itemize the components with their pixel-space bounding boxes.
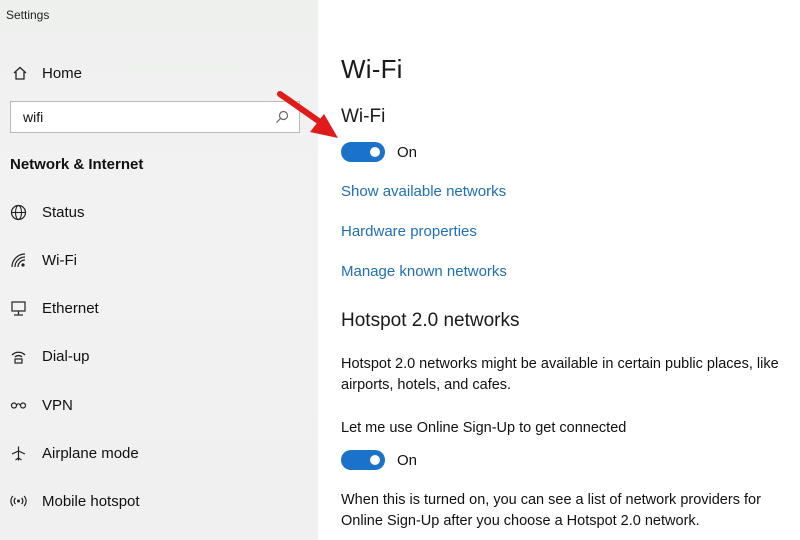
wifi-toggle-row: On	[341, 140, 417, 164]
sidebar-item-label: Airplane mode	[42, 444, 139, 462]
signup-label: Let me use Online Sign-Up to get connect…	[341, 420, 627, 436]
hotspot-description: Hotspot 2.0 networks might be available …	[341, 356, 779, 393]
vpn-icon	[8, 395, 28, 415]
signup-toggle-state: On	[397, 451, 418, 469]
sidebar-item-ethernet[interactable]: Ethernet	[8, 293, 308, 323]
home-label: Home	[42, 64, 83, 82]
sidebar-item-label: Dial-up	[42, 347, 90, 365]
sidebar-item-label: Wi-Fi	[42, 251, 77, 269]
home-nav-item[interactable]: Home	[10, 60, 82, 86]
sidebar-item-label: VPN	[42, 396, 73, 414]
search-box[interactable]	[10, 101, 300, 133]
toggle-knob	[370, 147, 380, 157]
search-input[interactable]	[11, 109, 269, 125]
signup-toggle[interactable]	[341, 450, 385, 470]
show-available-networks-link[interactable]: Show available networks	[341, 183, 506, 200]
sidebar-item-airplane-mode[interactable]: Airplane mode	[8, 438, 308, 468]
section-heading: Network & Internet	[10, 156, 144, 173]
signup-toggle-row: On	[341, 448, 417, 472]
sidebar-item-label: Mobile hotspot	[42, 492, 140, 510]
app-title: Settings	[6, 8, 50, 22]
hotspot-section-heading: Hotspot 2.0 networks	[341, 310, 520, 331]
sidebar-item-status[interactable]: Status	[8, 197, 308, 227]
airplane-icon	[8, 443, 28, 463]
sidebar-item-label: Status	[42, 203, 85, 221]
hotspot-icon	[8, 491, 28, 511]
signup-description: When this is turned on, you can see a li…	[341, 492, 761, 529]
wifi-toggle-state: On	[397, 143, 418, 161]
sidebar-item-vpn[interactable]: VPN	[8, 390, 308, 420]
home-icon	[10, 63, 30, 83]
globe-icon	[8, 202, 28, 222]
ethernet-icon	[8, 298, 28, 318]
sidebar-item-wifi[interactable]: Wi-Fi	[8, 245, 308, 275]
wifi-toggle[interactable]	[341, 142, 385, 162]
sidebar: Settings Home Network & Internet Status …	[0, 0, 318, 540]
main-content: Wi-Fi Wi-Fi On Show available networks H…	[318, 0, 800, 540]
sidebar-item-label: Ethernet	[42, 299, 99, 317]
dialup-icon	[8, 346, 28, 366]
manage-known-networks-link[interactable]: Manage known networks	[341, 263, 507, 280]
page-title: Wi-Fi	[341, 54, 403, 84]
toggle-knob	[370, 455, 380, 465]
wifi-section-heading: Wi-Fi	[341, 106, 386, 127]
search-icon[interactable]	[269, 104, 295, 130]
sidebar-item-mobile-hotspot[interactable]: Mobile hotspot	[8, 486, 308, 516]
hardware-properties-link[interactable]: Hardware properties	[341, 223, 477, 240]
sidebar-item-dialup[interactable]: Dial-up	[8, 341, 308, 371]
wifi-icon	[8, 250, 28, 270]
